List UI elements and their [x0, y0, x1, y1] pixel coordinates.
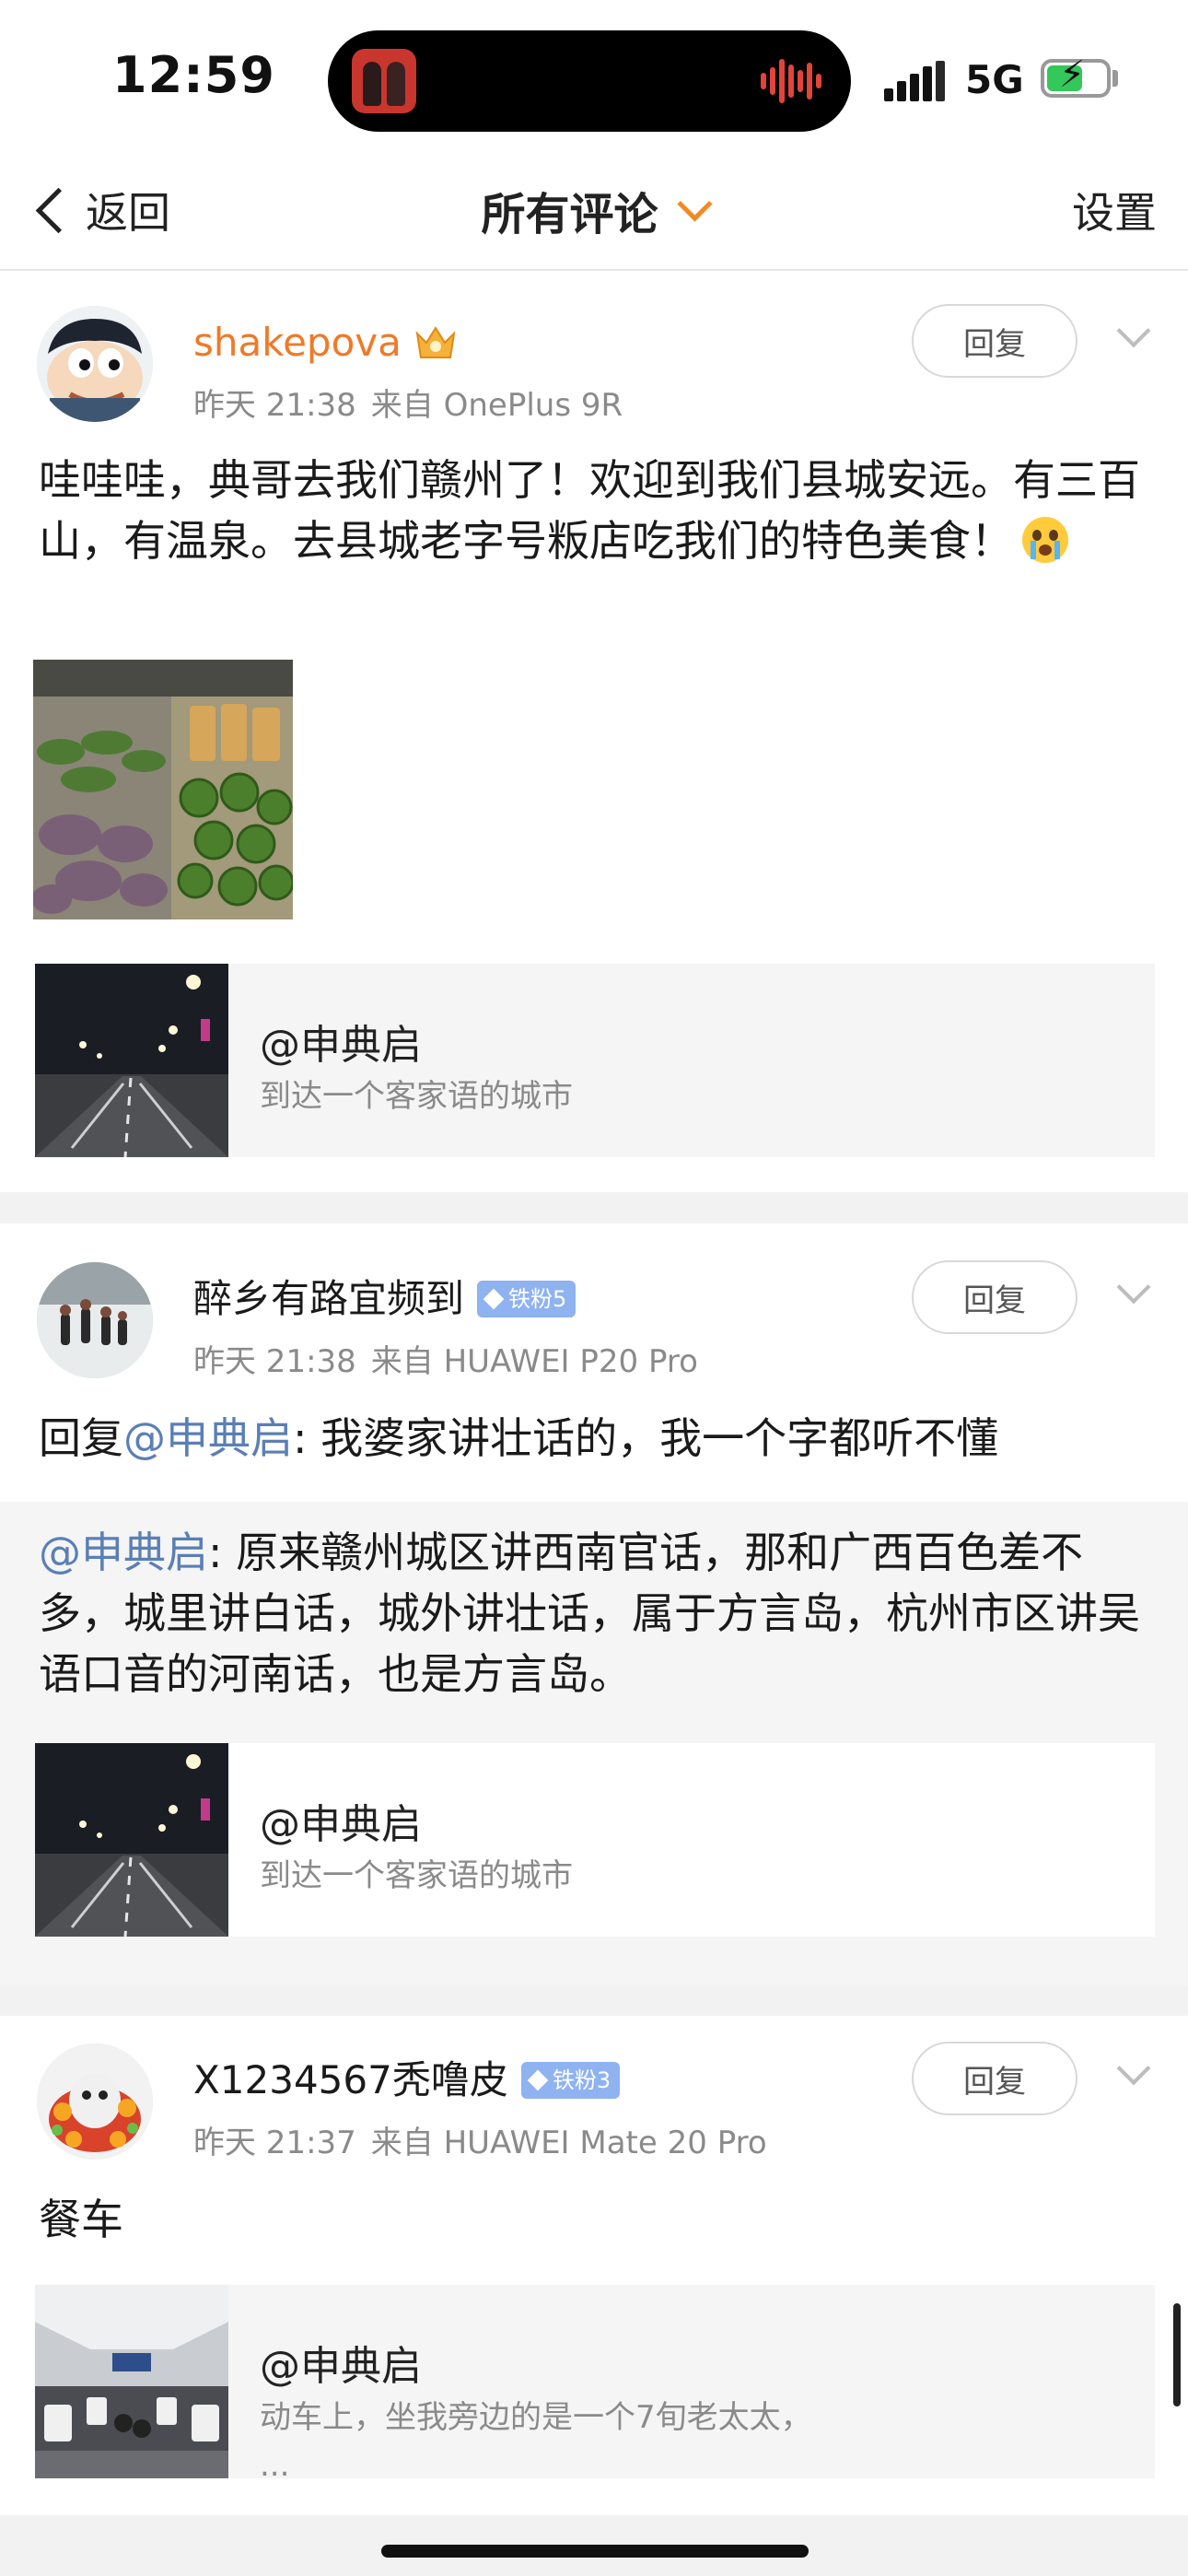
comment-meta: 昨天 21:37 来自 HUAWEI Mate 20 Pro: [193, 2125, 767, 2161]
comment-username[interactable]: shakepova: [193, 319, 459, 367]
card-description: 到达一个客家语的城市: [260, 1078, 573, 1115]
comment-text: 回复@申典启: 我婆家讲壮话的，我一个字都听不懂: [39, 1413, 999, 1463]
card-description: 动车上，坐我旁边的是一个7旬老太太， ...: [260, 2399, 812, 2484]
settings-button[interactable]: 设置: [1072, 181, 1157, 240]
card-title: @申典启: [260, 2343, 422, 2390]
scrollbar[interactable]: [1173, 2303, 1181, 2406]
mention-link[interactable]: @申典启: [123, 1413, 293, 1463]
comment-username[interactable]: X1234567秃噜皮 铁粉3: [193, 2056, 621, 2104]
comment-text: 餐车: [39, 2195, 123, 2244]
mention-link[interactable]: @申典启: [39, 1528, 208, 1577]
diamond-icon: [483, 1288, 505, 1310]
reply-button[interactable]: 回复: [912, 2042, 1077, 2115]
comment-image[interactable]: [33, 660, 293, 919]
network-type: 5G: [965, 57, 1024, 102]
nav-divider: [0, 269, 1188, 271]
card-title: @申典启: [260, 1801, 422, 1848]
page-title: 所有评论: [481, 189, 658, 240]
card-thumbnail: [35, 1743, 228, 1937]
reply-button[interactable]: 回复: [912, 304, 1077, 378]
audio-waveform-icon: [761, 58, 825, 104]
link-card[interactable]: @申典启 到达一个客家语的城市: [35, 1743, 1155, 1937]
comment-username[interactable]: 醉乡有路宜频到 铁粉5: [193, 1275, 577, 1323]
home-indicator[interactable]: [381, 2545, 809, 2558]
link-card[interactable]: @申典启 到达一个客家语的城市: [35, 964, 1155, 1157]
quoted-text: @申典启: 原来赣州城区讲西南官话，那和广西百色差不多，城里讲白话，城外讲壮话，…: [39, 1528, 1140, 1699]
now-playing-thumbnail[interactable]: [352, 49, 416, 113]
comment-separator: [0, 1192, 1188, 1224]
avatar[interactable]: [37, 1262, 153, 1378]
more-options-chevron-icon[interactable]: [1116, 2051, 1151, 2086]
battery-cap: [1112, 70, 1118, 87]
comment-meta: 昨天 21:38 来自 OnePlus 9R: [193, 387, 623, 424]
card-description: 到达一个客家语的城市: [260, 1857, 573, 1894]
more-options-chevron-icon[interactable]: [1116, 1270, 1151, 1305]
reply-button[interactable]: 回复: [912, 1260, 1077, 1334]
fan-level-badge: 铁粉5: [477, 1281, 577, 1317]
quoted-comment[interactable]: @申典启: 原来赣州城区讲西南官话，那和广西百色差不多，城里讲白话，城外讲壮话，…: [0, 1502, 1188, 1985]
comment-separator: [0, 1985, 1188, 2016]
crown-icon: [413, 322, 459, 363]
avatar[interactable]: [37, 2043, 153, 2160]
fan-level-badge: 铁粉3: [520, 2062, 621, 2099]
card-thumbnail: [35, 2285, 228, 2478]
card-title: @申典启: [260, 1022, 422, 1069]
crying-face-icon: [1020, 515, 1070, 565]
avatar[interactable]: [37, 306, 153, 422]
more-options-chevron-icon[interactable]: [1116, 313, 1151, 348]
dynamic-island[interactable]: [328, 30, 851, 132]
link-card[interactable]: @申典启 动车上，坐我旁边的是一个7旬老太太， ...: [35, 2285, 1155, 2484]
comment-meta: 昨天 21:38 来自 HUAWEI P20 Pro: [193, 1343, 698, 1380]
diamond-icon: [527, 2069, 549, 2091]
status-time: 12:59: [112, 46, 275, 104]
chevron-down-icon: [676, 185, 713, 222]
comment-filter-dropdown[interactable]: 所有评论: [0, 181, 1188, 240]
signal-icon: [884, 61, 947, 101]
comment-text: 哇哇哇，典哥去我们赣州了！欢迎到我们县城安远。有三百山，有温泉。去县城老字号粄店…: [39, 455, 1140, 566]
card-thumbnail: [35, 964, 228, 1157]
charging-icon: ⚡: [1059, 53, 1086, 96]
